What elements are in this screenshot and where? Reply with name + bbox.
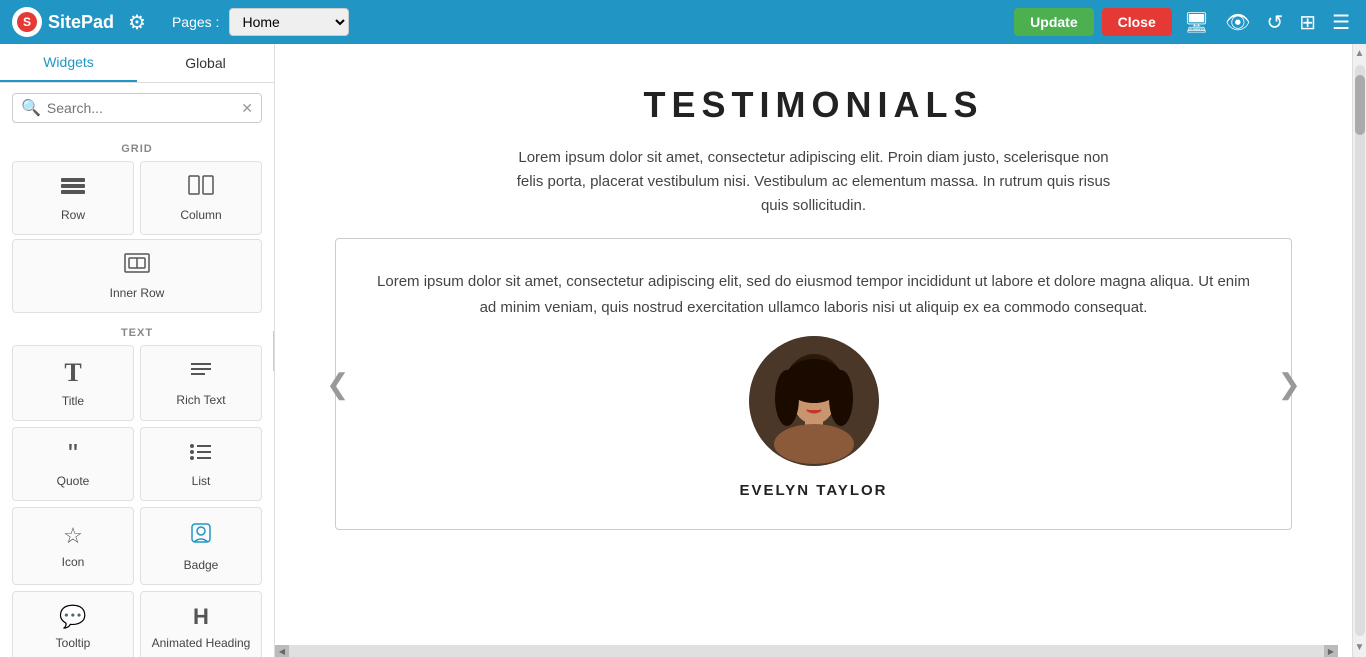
widget-quote[interactable]: " Quote xyxy=(12,427,134,501)
logo: S SitePad xyxy=(12,7,114,37)
title-icon: T xyxy=(64,358,81,388)
search-input[interactable] xyxy=(47,100,235,116)
text-widgets: T Title Rich Text " Quote xyxy=(0,345,274,657)
logo-text: SitePad xyxy=(48,12,114,33)
column-label: Column xyxy=(180,208,221,222)
scrollbar-track[interactable] xyxy=(1355,65,1365,636)
refresh-icon-button[interactable]: ↺ xyxy=(1263,10,1288,35)
update-button[interactable]: Update xyxy=(1014,8,1093,36)
title-label: Title xyxy=(62,394,84,408)
tab-widgets[interactable]: Widgets xyxy=(0,44,137,82)
widget-row[interactable]: Row xyxy=(12,161,134,235)
menu-icon-button[interactable]: ☰ xyxy=(1328,10,1354,35)
logo-icon: S xyxy=(12,7,42,37)
clear-search-icon[interactable]: ✕ xyxy=(241,100,253,117)
scroll-up-arrow[interactable]: ▲ xyxy=(1353,46,1366,61)
icon-widget-icon: ☆ xyxy=(63,523,83,549)
pages-select[interactable]: Home About Contact xyxy=(229,8,349,36)
widget-inner-row[interactable]: Inner Row xyxy=(12,239,262,313)
sidebar-content: GRID Row xyxy=(0,133,274,657)
inner-row-grid: Inner Row xyxy=(0,239,274,313)
badge-label: Badge xyxy=(184,558,219,572)
row-label: Row xyxy=(61,208,85,222)
tab-global[interactable]: Global xyxy=(137,44,274,82)
sidebar-search-container: 🔍 ✕ xyxy=(12,93,262,123)
scroll-left-btn[interactable]: ◀ xyxy=(275,645,289,657)
next-arrow-button[interactable]: ❯ xyxy=(1268,368,1311,401)
sidebar-tabs: Widgets Global xyxy=(0,44,274,83)
scroll-down-arrow[interactable]: ▼ xyxy=(1353,640,1366,655)
desktop-icon-button[interactable]: 🖥 xyxy=(1180,10,1213,35)
settings-icon-button[interactable]: ⚙ xyxy=(128,10,146,35)
column-icon xyxy=(187,174,215,202)
widget-list[interactable]: List xyxy=(140,427,262,501)
canvas-area: TESTIMONIALS Lorem ipsum dolor sit amet,… xyxy=(275,44,1352,657)
text-section-label: TEXT xyxy=(0,317,274,345)
rich-text-label: Rich Text xyxy=(176,393,225,407)
page-content: TESTIMONIALS Lorem ipsum dolor sit amet,… xyxy=(275,44,1352,570)
testimonial-card: ❮ Lorem ipsum dolor sit amet, consectetu… xyxy=(335,238,1292,530)
widget-animated-heading[interactable]: H Animated Heading xyxy=(140,591,262,657)
tooltip-label: Tooltip xyxy=(56,636,91,650)
widget-rich-text[interactable]: Rich Text xyxy=(140,345,262,421)
widget-tooltip[interactable]: 💬 Tooltip xyxy=(12,591,134,657)
rich-text-icon xyxy=(187,359,215,387)
testimonial-quote: Lorem ipsum dolor sit amet, consectetur … xyxy=(376,269,1251,320)
quote-label: Quote xyxy=(57,474,90,488)
section-title: TESTIMONIALS xyxy=(644,84,984,126)
scroll-right-btn[interactable]: ▶ xyxy=(1324,645,1338,657)
widget-icon[interactable]: ☆ Icon xyxy=(12,507,134,585)
widget-title[interactable]: T Title xyxy=(12,345,134,421)
prev-arrow-button[interactable]: ❮ xyxy=(316,368,359,401)
list-icon xyxy=(187,440,215,468)
animated-heading-icon: H xyxy=(193,604,209,630)
widget-badge[interactable]: Badge xyxy=(140,507,262,585)
testimonial-avatar xyxy=(749,336,879,466)
horizontal-scrollbar[interactable]: ◀ ▶ xyxy=(275,645,1338,657)
pages-label: Pages : xyxy=(172,14,219,30)
grid-section-label: GRID xyxy=(0,133,274,161)
preview-icon-button[interactable]: 👁 xyxy=(1221,10,1254,35)
inner-row-icon xyxy=(123,252,151,280)
svg-text:S: S xyxy=(23,15,31,29)
badge-icon xyxy=(188,520,214,552)
quote-icon: " xyxy=(68,440,78,468)
animated-heading-label: Animated Heading xyxy=(152,636,251,650)
navbar-right: Update Close 🖥 👁 ↺ ⊞ ☰ xyxy=(1014,8,1354,36)
navbar: S SitePad ⚙ Pages : Home About Contact U… xyxy=(0,0,1366,44)
search-icon: 🔍 xyxy=(21,98,41,118)
scrollbar-thumb[interactable] xyxy=(1355,75,1365,135)
tooltip-icon: 💬 xyxy=(59,604,86,630)
row-icon xyxy=(59,174,87,202)
inner-row-label: Inner Row xyxy=(110,286,165,300)
testimonial-name: EVELYN TAYLOR xyxy=(740,482,888,499)
list-label: List xyxy=(192,474,211,488)
close-button[interactable]: Close xyxy=(1102,8,1172,36)
section-description: Lorem ipsum dolor sit amet, consectetur … xyxy=(514,146,1114,218)
right-scrollbar: ▲ ▼ xyxy=(1352,44,1366,657)
icon-label: Icon xyxy=(62,555,85,569)
main-layout: Widgets Global 🔍 ✕ GRID xyxy=(0,44,1366,657)
widget-column[interactable]: Column xyxy=(140,161,262,235)
structure-icon-button[interactable]: ⊞ xyxy=(1295,10,1320,35)
grid-widgets: Row Column xyxy=(0,161,274,235)
sidebar: Widgets Global 🔍 ✕ GRID xyxy=(0,44,275,657)
